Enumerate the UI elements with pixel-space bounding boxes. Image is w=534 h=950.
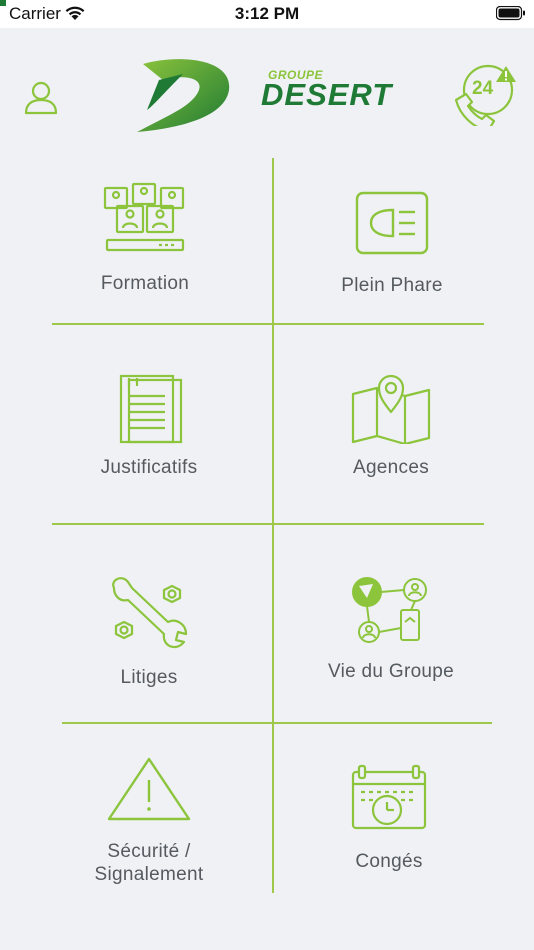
menu-item-signalement-label: Signalement [94,864,204,885]
grid-divider-vertical [272,158,274,893]
map-pin-icon [351,374,431,444]
grid-divider-row-1 [52,323,484,325]
documents-icon [119,374,183,444]
menu-item-conges[interactable]: Congés [304,764,474,873]
menu-item-justificatifs-label: Justificatifs [100,457,198,478]
menu-item-securite-label: Sécurité / [107,841,191,862]
tools-icon [112,577,188,649]
menu-item-agences-label: Agences [352,457,430,478]
menu-item-litiges[interactable]: Litiges [64,576,234,689]
menu-item-vie-du-groupe[interactable]: Vie du Groupe [306,576,476,683]
network-icon [352,577,427,643]
grid-divider-row-3 [62,722,492,724]
menu-item-securite-signalement[interactable]: Sécurité / Signalement [64,756,234,886]
menu-item-vie-du-groupe-label: Vie du Groupe [327,661,455,682]
menu-item-justificatifs[interactable]: Justificatifs [64,374,234,479]
headlight-icon [355,191,429,255]
menu-item-formation-label: Formation [100,273,190,294]
grid-divider-row-2 [52,523,484,525]
training-icon [103,182,185,252]
menu-item-formation[interactable]: Formation [60,182,230,295]
menu-item-agences[interactable]: Agences [306,372,476,479]
warning-icon [107,757,191,821]
calendar-clock-icon [351,764,427,830]
menu-item-plein-phare-label: Plein Phare [341,275,443,296]
menu-item-plein-phare[interactable]: Plein Phare [306,190,478,297]
menu-item-conges-label: Congés [355,851,423,872]
menu-item-litiges-label: Litiges [120,667,178,688]
